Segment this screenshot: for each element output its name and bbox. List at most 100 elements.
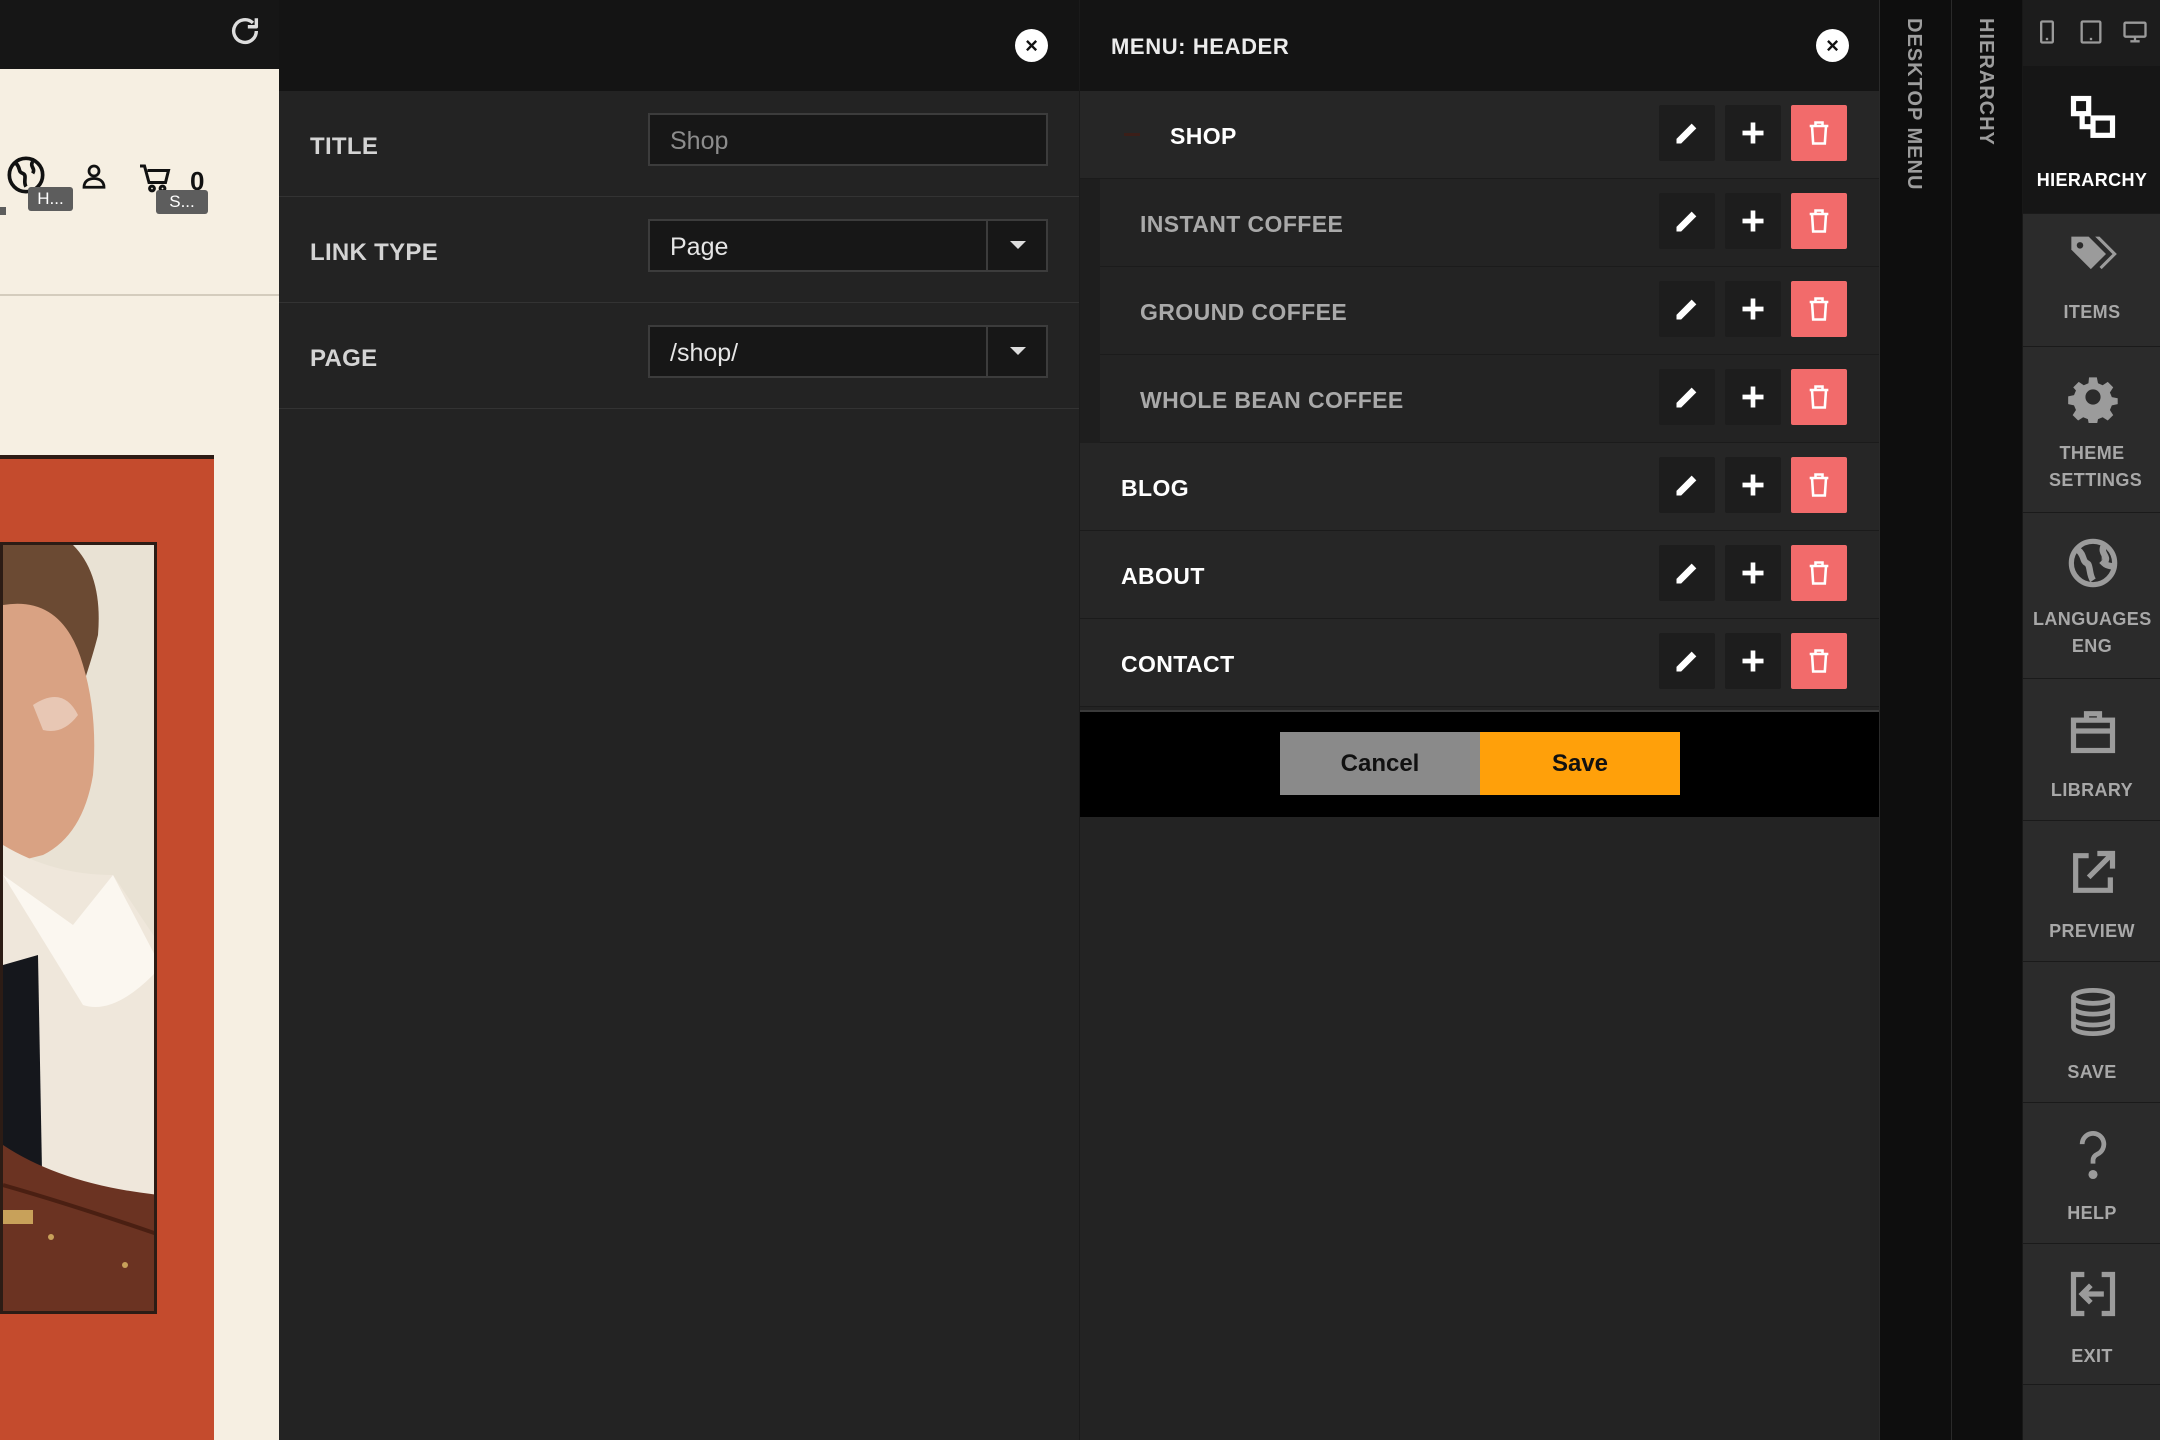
plus-icon <box>1742 122 1764 144</box>
indent-bar <box>1080 355 1100 443</box>
save-button[interactable]: Save <box>1480 732 1680 795</box>
drag-handle[interactable] <box>1124 133 1140 136</box>
bullet-dot <box>0 207 6 215</box>
edit-button[interactable] <box>1659 457 1715 513</box>
hierarchy-tab-label: HIERARCHY <box>1975 18 1997 146</box>
menu-item-whole-bean-coffee[interactable]: WHOLE BEAN COFFEE <box>1080 355 1880 443</box>
link-type-select[interactable]: Page <box>648 219 1048 272</box>
editor-toolbar: HIERARCHY ITEMS THEME SETTINGS LANGUAGES… <box>2022 0 2160 1440</box>
pencil-icon <box>1676 387 1697 408</box>
language-tag: H... <box>28 187 73 211</box>
chevron-down-icon[interactable] <box>986 325 1046 378</box>
chevron-down-icon[interactable] <box>986 219 1046 272</box>
hierarchy-tab[interactable]: HIERARCHY <box>1951 0 2023 1440</box>
link-type-value: Page <box>670 233 729 261</box>
user-icon[interactable] <box>79 161 109 191</box>
add-child-button[interactable] <box>1725 633 1781 689</box>
menu-item-label: BLOG <box>1121 475 1190 501</box>
indent-bar <box>1080 267 1100 355</box>
toolbar-exit[interactable]: EXIT <box>2023 1244 2160 1385</box>
page-label: PAGE <box>310 345 378 372</box>
cancel-button[interactable]: Cancel <box>1280 732 1480 795</box>
page-field-row: PAGE /shop/ <box>279 303 1079 409</box>
pencil-icon <box>1676 211 1697 232</box>
plus-icon <box>1742 386 1764 408</box>
toolbar-label: THEME SETTINGS <box>2049 443 2143 490</box>
toolbar-save[interactable]: SAVE <box>2023 962 2160 1103</box>
menu-item-instant-coffee[interactable]: INSTANT COFFEE <box>1080 179 1880 267</box>
menu-item-label: CONTACT <box>1121 651 1235 677</box>
delete-button[interactable] <box>1791 193 1847 249</box>
menu-footer: Cancel Save <box>1080 710 1880 817</box>
link-editor-panel: × TITLE Shop LINK TYPE Page PAGE /shop/ <box>279 0 1079 1440</box>
toolbar-label: LANGUAGES ENG <box>2033 609 2152 656</box>
pencil-icon <box>1676 563 1697 584</box>
link-type-field-row: LINK TYPE Page <box>279 197 1079 303</box>
toolbar-label: PREVIEW <box>2049 921 2135 941</box>
close-link-editor-button[interactable]: × <box>1015 29 1048 62</box>
plus-icon <box>1742 210 1764 232</box>
toolbar-languages[interactable]: LANGUAGES ENG <box>2023 513 2160 679</box>
add-child-button[interactable] <box>1725 193 1781 249</box>
delete-button[interactable] <box>1791 633 1847 689</box>
add-child-button[interactable] <box>1725 457 1781 513</box>
menu-item-label: GROUND COFFEE <box>1140 299 1348 325</box>
menu-item-label: INSTANT COFFEE <box>1140 211 1344 237</box>
toolbar-label: SAVE <box>2067 1062 2117 1082</box>
menu-item-about[interactable]: ABOUT <box>1080 531 1880 619</box>
title-label: TITLE <box>310 133 379 160</box>
toolbar-hierarchy[interactable]: HIERARCHY <box>2023 66 2160 214</box>
delete-button[interactable] <box>1791 281 1847 337</box>
menu-panel: MENU: HEADER × SHOP INSTANT COFFEE GROUN… <box>1079 0 1880 1440</box>
edit-button[interactable] <box>1659 281 1715 337</box>
refresh-icon[interactable] <box>228 14 262 48</box>
pencil-icon <box>1676 475 1697 496</box>
edit-button[interactable] <box>1659 633 1715 689</box>
add-child-button[interactable] <box>1725 369 1781 425</box>
delete-button[interactable] <box>1791 457 1847 513</box>
menu-item-ground-coffee[interactable]: GROUND COFFEE <box>1080 267 1880 355</box>
exit-icon <box>2070 1271 2116 1317</box>
menu-item-contact[interactable]: CONTACT <box>1080 619 1880 707</box>
edit-button[interactable] <box>1659 545 1715 601</box>
toolbar-label: LIBRARY <box>2050 780 2134 800</box>
plus-icon <box>1742 474 1764 496</box>
trash-icon <box>1809 297 1829 321</box>
phone-icon[interactable] <box>2033 18 2061 46</box>
pencil-icon <box>1676 123 1697 144</box>
add-child-button[interactable] <box>1725 105 1781 161</box>
cart-tag: S... <box>156 190 208 214</box>
trash-icon <box>1809 209 1829 233</box>
gear-icon <box>2068 377 2118 423</box>
edit-button[interactable] <box>1659 369 1715 425</box>
edit-button[interactable] <box>1659 193 1715 249</box>
site-preview: H... 0 S... <box>0 0 279 1440</box>
menu-item-label: ABOUT <box>1121 563 1205 589</box>
edit-button[interactable] <box>1659 105 1715 161</box>
toolbar-theme-settings[interactable]: THEME SETTINGS <box>2023 347 2160 513</box>
desktop-icon[interactable] <box>2121 18 2149 46</box>
delete-button[interactable] <box>1791 105 1847 161</box>
tablet-icon[interactable] <box>2077 18 2105 46</box>
delete-button[interactable] <box>1791 545 1847 601</box>
header-divider <box>0 294 279 296</box>
close-menu-button[interactable]: × <box>1816 29 1849 62</box>
toolbar-preview[interactable]: PREVIEW <box>2023 821 2160 962</box>
hero-photo <box>0 542 157 1314</box>
trash-icon <box>1809 385 1829 409</box>
menu-item-shop[interactable]: SHOP <box>1080 91 1880 179</box>
menu-item-blog[interactable]: BLOG <box>1080 443 1880 531</box>
desktop-menu-tab[interactable]: DESKTOP MENU <box>1879 0 1951 1440</box>
plus-icon <box>1742 650 1764 672</box>
page-select[interactable]: /shop/ <box>648 325 1048 378</box>
globe-icon <box>2068 538 2118 588</box>
add-child-button[interactable] <box>1725 281 1781 337</box>
title-input[interactable]: Shop <box>648 113 1048 166</box>
toolbar-help[interactable]: HELP <box>2023 1103 2160 1244</box>
delete-button[interactable] <box>1791 369 1847 425</box>
toolbar-items[interactable]: ITEMS <box>2023 214 2160 347</box>
toolbar-library[interactable]: LIBRARY <box>2023 679 2160 821</box>
toolbar-label: HIERARCHY <box>2036 170 2148 190</box>
add-child-button[interactable] <box>1725 545 1781 601</box>
preview-topbar <box>0 0 279 69</box>
